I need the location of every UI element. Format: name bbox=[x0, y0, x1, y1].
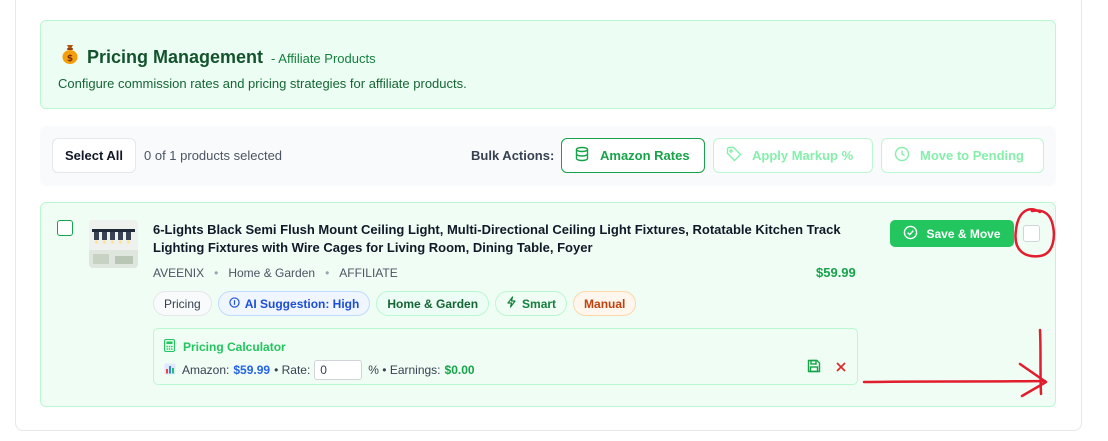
lightning-icon bbox=[506, 296, 517, 311]
row-checkbox[interactable] bbox=[1023, 225, 1040, 242]
amazon-price-value: $59.99 bbox=[233, 363, 271, 377]
banner-title-row: $ Pricing Management - Affiliate Product… bbox=[61, 41, 376, 68]
product-tags: Pricing AI Suggestion: High Home & Garde… bbox=[153, 291, 637, 316]
move-to-pending-label: Move to Pending bbox=[920, 148, 1024, 163]
apply-markup-button[interactable]: Apply Markup % bbox=[713, 138, 873, 173]
pricing-calculator: Pricing Calculator Amazon: $59.99 • Rate… bbox=[153, 328, 858, 385]
calculator-title: Pricing Calculator bbox=[183, 340, 286, 354]
product-meta: AVEENIX • Home & Garden • AFFILIATE bbox=[153, 266, 398, 280]
product-type: AFFILIATE bbox=[339, 266, 398, 280]
rate-input[interactable]: 0 bbox=[314, 360, 363, 380]
tag-ai-suggestion: AI Suggestion: High bbox=[217, 291, 371, 316]
product-thumbnail bbox=[89, 220, 138, 268]
info-icon bbox=[229, 296, 240, 311]
check-circle-icon bbox=[903, 225, 918, 243]
bar-chart-icon bbox=[164, 363, 176, 378]
page-subtitle: - Affiliate Products bbox=[271, 51, 376, 66]
calculator-header: Pricing Calculator bbox=[164, 339, 286, 355]
banner-description: Configure commission rates and pricing s… bbox=[58, 76, 467, 91]
amazon-price-label: Amazon: bbox=[182, 363, 230, 377]
product-card: 6-Lights Black Semi Flush Mount Ceiling … bbox=[40, 202, 1056, 407]
tag-icon bbox=[726, 146, 742, 165]
page: $ Pricing Management - Affiliate Product… bbox=[0, 0, 1108, 441]
page-title: Pricing Management bbox=[87, 47, 264, 67]
select-all-button[interactable]: Select All bbox=[52, 138, 136, 173]
product-brand: AVEENIX bbox=[153, 266, 205, 280]
tag-category: Home & Garden bbox=[376, 291, 490, 316]
selection-count: 0 of 1 products selected bbox=[144, 148, 283, 163]
save-icon[interactable] bbox=[807, 359, 821, 378]
amazon-rates-button[interactable]: Amazon Rates bbox=[561, 138, 705, 173]
product-title: 6-Lights Black Semi Flush Mount Ceiling … bbox=[153, 222, 841, 255]
save-and-move-label: Save & Move bbox=[926, 226, 1001, 241]
tag-smart: Smart bbox=[495, 291, 568, 316]
pricing-banner: $ Pricing Management - Affiliate Product… bbox=[40, 20, 1056, 109]
calculator-icon bbox=[164, 339, 175, 355]
earnings-value: $0.00 bbox=[444, 363, 475, 377]
tag-ai-label: AI Suggestion: High bbox=[244, 296, 360, 311]
apply-markup-label: Apply Markup % bbox=[752, 148, 854, 163]
clock-icon bbox=[894, 146, 910, 165]
meta-separator: • bbox=[325, 266, 330, 280]
move-to-pending-button[interactable]: Move to Pending bbox=[881, 138, 1044, 173]
money-bag-icon: $ bbox=[61, 43, 79, 65]
rate-label: • Rate: bbox=[274, 363, 311, 377]
tag-smart-label: Smart bbox=[522, 296, 557, 311]
tag-pricing: Pricing bbox=[153, 291, 212, 316]
product-select-checkbox[interactable] bbox=[57, 220, 73, 236]
product-category: Home & Garden bbox=[228, 266, 316, 280]
product-price: $59.99 bbox=[816, 265, 856, 280]
svg-text:$: $ bbox=[67, 54, 73, 64]
save-and-move-button[interactable]: Save & Move bbox=[890, 220, 1014, 247]
amazon-rates-label: Amazon Rates bbox=[600, 148, 690, 163]
calculator-actions bbox=[807, 359, 847, 378]
database-icon bbox=[574, 146, 590, 165]
bulk-actions-label: Bulk Actions: bbox=[471, 148, 555, 163]
tag-manual: Manual bbox=[573, 291, 637, 316]
meta-separator: • bbox=[214, 266, 219, 280]
bulk-toolbar: Select All 0 of 1 products selected Bulk… bbox=[40, 126, 1056, 186]
earnings-label: % • Earnings: bbox=[368, 363, 441, 377]
close-icon[interactable] bbox=[835, 360, 847, 378]
calculator-row: Amazon: $59.99 • Rate: 0 % • Earnings: $… bbox=[164, 360, 475, 380]
